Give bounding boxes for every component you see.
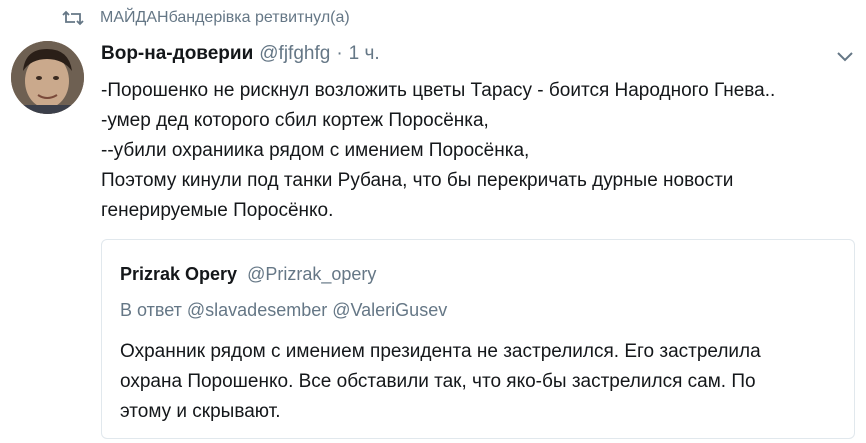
user-avatar: [11, 41, 84, 114]
quoted-tweet-header: Prizrak Opery @Prizrak_opery: [120, 264, 376, 285]
tweet-timestamp[interactable]: 1 ч.: [349, 43, 380, 65]
quoted-author-name[interactable]: Prizrak Opery: [120, 264, 237, 284]
tweet-text-line: -Порошенко не рискнул возложить цветы Та…: [101, 80, 776, 101]
quoted-text-line: этому и скрывают.: [120, 401, 281, 422]
quoted-tweet-text: Охранник рядом с имением президента не з…: [120, 337, 840, 427]
author-name[interactable]: Вор-на-доверии: [101, 43, 253, 65]
separator-dot: ·: [336, 43, 343, 64]
chevron-down-icon[interactable]: [836, 51, 854, 63]
quoted-text-line: охрана Порошенко. Все обставили так, что…: [120, 371, 756, 392]
tweet-text-line: генерируемые Поросёнко.: [101, 200, 334, 221]
quoted-tweet[interactable]: Prizrak Opery @Prizrak_opery В ответ @sl…: [101, 239, 855, 439]
retweeted-by-text[interactable]: МАЙДАНбандерівка ретвитнул(а): [100, 9, 350, 27]
tweet-header: Вор-на-доверии @fjfghfg · 1 ч.: [101, 43, 380, 65]
author-handle[interactable]: @fjfghfg: [259, 43, 330, 65]
retweet-context: МАЙДАНбандерівка ретвитнул(а): [62, 9, 350, 27]
tweet-text-line: --убили охраниика рядом с имением Поросё…: [101, 140, 530, 161]
quoted-text-line: Охранник рядом с имением президента не з…: [120, 341, 761, 362]
reply-context[interactable]: В ответ @slavadesember @ValeriGusev: [120, 300, 447, 321]
tweet-text-line: -умер дед которого сбил кортеж Поросёнка…: [101, 110, 489, 131]
quoted-author-handle[interactable]: @Prizrak_opery: [247, 264, 376, 284]
tweet-text: -Порошенко не рискнул возложить цветы Та…: [101, 76, 851, 226]
tweet-text-line: Поэтому кинули под танки Рубана, что бы …: [101, 170, 734, 191]
retweet-icon: [62, 10, 84, 26]
author-avatar[interactable]: [11, 41, 84, 114]
